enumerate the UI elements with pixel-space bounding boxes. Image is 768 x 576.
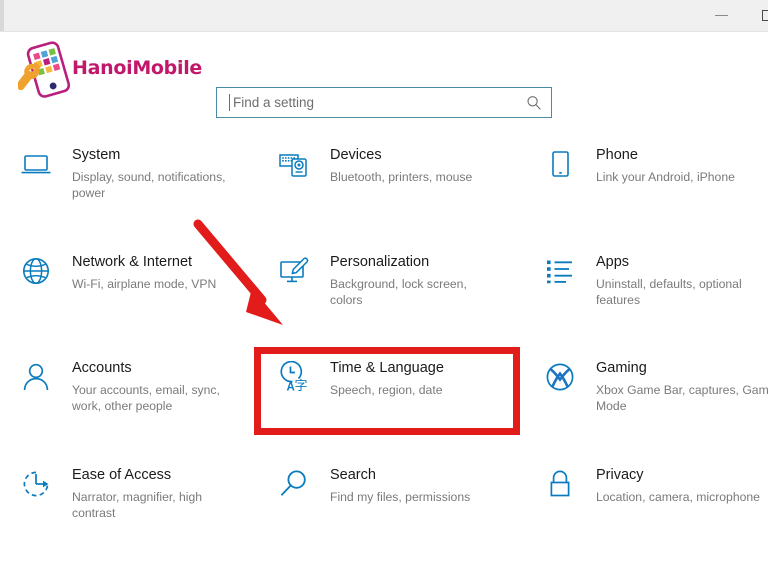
user-account-icon: [20, 361, 52, 393]
settings-tile-network-internet[interactable]: Network & Internet Wi-Fi, airplane mode,…: [0, 239, 248, 333]
ease-of-access-icon: [20, 468, 52, 500]
tile-subtitle: Find my files, permissions: [330, 490, 471, 504]
tile-subtitle: Wi-Fi, airplane mode, VPN: [72, 277, 217, 291]
settings-tile-system[interactable]: System Display, sound, notifications, po…: [0, 132, 248, 226]
settings-window: HanoiMobile Find a setting System Displa…: [0, 0, 768, 576]
maximize-button[interactable]: [744, 0, 768, 31]
tile-title: Time & Language: [330, 360, 444, 376]
magnifier-icon: [278, 468, 310, 500]
devices-icon: [278, 148, 310, 180]
minimize-button[interactable]: [698, 0, 744, 31]
tile-subtitle: Link your Android, iPhone: [596, 170, 735, 184]
tile-title: Personalization: [330, 254, 430, 270]
search-input[interactable]: Find a setting: [216, 87, 552, 118]
settings-header: HanoiMobile Find a setting: [0, 32, 768, 118]
globe-icon: [20, 255, 52, 287]
search-placeholder-text: Find a setting: [233, 95, 315, 110]
apps-list-icon: [544, 255, 576, 287]
tile-title: Accounts: [72, 360, 132, 376]
settings-tile-personalization[interactable]: Personalization Background, lock screen,…: [258, 239, 506, 333]
tile-subtitle: Bluetooth, printers, mouse: [330, 170, 473, 184]
tile-title: Apps: [596, 254, 630, 270]
tile-subtitle: Background, lock screen, colors: [330, 277, 467, 307]
personalization-brush-icon: [278, 255, 310, 287]
tile-subtitle: Uninstall, defaults, optional features: [596, 277, 742, 307]
settings-tile-ease-of-access[interactable]: Ease of Access Narrator, magnifier, high…: [0, 452, 248, 546]
clock-language-icon: A 字: [278, 360, 310, 394]
settings-tile-phone[interactable]: Phone Link your Android, iPhone: [524, 132, 768, 226]
settings-tile-privacy[interactable]: Privacy Location, camera, microphone: [524, 452, 768, 546]
settings-tile-time-language[interactable]: A 字 Time & Language Speech, region, date: [258, 345, 506, 439]
tile-title: Devices: [330, 147, 382, 163]
tile-subtitle: Your accounts, email, sync, work, other …: [72, 383, 220, 413]
tile-title: Privacy: [596, 467, 644, 483]
logo-wordmark: HanoiMobile: [72, 57, 202, 79]
window-titlebar: [0, 0, 768, 32]
tile-title: Phone: [596, 147, 638, 163]
tile-title: Ease of Access: [72, 467, 172, 483]
minimize-icon: [714, 15, 728, 16]
hanoimobile-logo: HanoiMobile: [16, 39, 202, 101]
tile-title: Network & Internet: [72, 254, 193, 270]
tile-subtitle: Narrator, magnifier, high contrast: [72, 490, 203, 520]
settings-category-grid: System Display, sound, notifications, po…: [0, 132, 768, 552]
search-text-caret: [229, 94, 230, 111]
xbox-icon: [544, 361, 576, 393]
tile-subtitle: Display, sound, notifications, power: [72, 170, 226, 200]
settings-tile-accounts[interactable]: Accounts Your accounts, email, sync, wor…: [0, 345, 248, 439]
tile-subtitle: Speech, region, date: [330, 383, 443, 397]
laptop-icon: [20, 148, 52, 180]
phone-icon: [544, 148, 576, 180]
maximize-icon: [761, 10, 768, 21]
tile-subtitle: Location, camera, microphone: [596, 490, 760, 504]
search-icon[interactable]: [526, 95, 542, 111]
settings-tile-apps[interactable]: Apps Uninstall, defaults, optional featu…: [524, 239, 768, 333]
titlebar-left-edge: [0, 0, 4, 31]
tile-title: Gaming: [596, 360, 647, 376]
tile-title: Search: [330, 467, 376, 483]
svg-text:字: 字: [295, 379, 308, 393]
settings-tile-gaming[interactable]: Gaming Xbox Game Bar, captures, Game Mod…: [524, 345, 768, 439]
settings-tile-search[interactable]: Search Find my files, permissions: [258, 452, 506, 546]
tile-subtitle: Xbox Game Bar, captures, Game Mode: [596, 383, 768, 413]
tile-title: System: [72, 147, 121, 163]
lock-icon: [544, 468, 576, 500]
settings-tile-devices[interactable]: Devices Bluetooth, printers, mouse: [258, 132, 506, 226]
mobile-phone-wrench-logo-icon: [16, 39, 76, 101]
